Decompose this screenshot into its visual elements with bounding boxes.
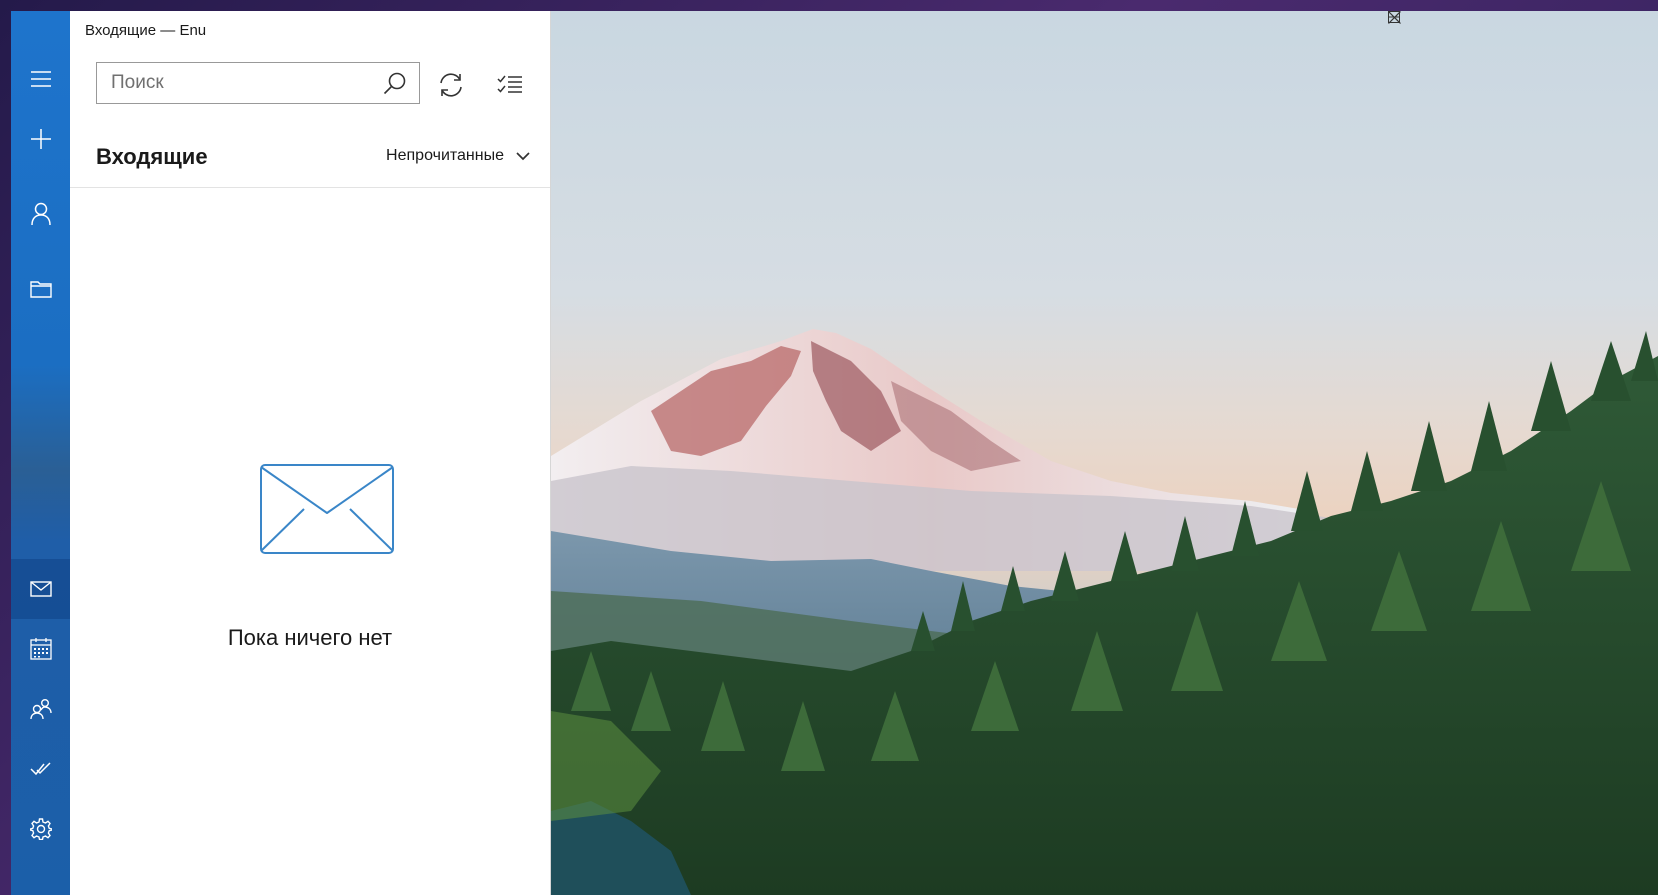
mail-icon: [29, 581, 52, 597]
filter-label: Непрочитанные: [386, 147, 504, 164]
message-list-pane: Входящие — Enu Входящие Непрочитанные По…: [70, 11, 551, 895]
mail-window: Входящие — Enu Входящие Непрочитанные По…: [11, 11, 1658, 895]
new-mail-button[interactable]: [11, 109, 70, 169]
hamburger-icon: [30, 71, 51, 87]
envelope-icon: [260, 464, 394, 554]
sync-button[interactable]: [433, 67, 469, 103]
select-mode-icon: [497, 75, 522, 93]
search-input[interactable]: [97, 63, 377, 103]
check-icon: [29, 762, 51, 776]
close-icon: [1388, 11, 1401, 24]
close-button[interactable]: [1388, 11, 1562, 51]
maximize-button[interactable]: [1388, 11, 1504, 51]
chevron-down-icon: [516, 151, 530, 160]
gear-icon: [29, 818, 52, 840]
filter-dropdown[interactable]: Непрочитанные: [386, 147, 530, 165]
person-icon: [30, 202, 51, 226]
empty-state-message: Пока ничего нет: [227, 625, 393, 650]
reading-pane: [551, 11, 1658, 895]
people-icon: [29, 699, 52, 720]
hamburger-menu-button[interactable]: [11, 49, 70, 109]
plus-icon: [30, 129, 51, 149]
folder-icon: [29, 281, 52, 298]
folder-title: Входящие: [96, 144, 208, 169]
selection-mode-button[interactable]: [492, 67, 528, 103]
header-divider: [70, 187, 550, 188]
calendar-button[interactable]: [11, 619, 70, 679]
search-box[interactable]: [96, 62, 420, 104]
folders-button[interactable]: [11, 259, 70, 319]
window-title: Входящие — Enu: [85, 22, 207, 39]
people-button[interactable]: [11, 679, 70, 739]
sync-icon: [440, 73, 462, 97]
search-icon: [383, 72, 406, 95]
navigation-rail: [11, 11, 70, 895]
search-button[interactable]: [383, 71, 407, 100]
calendar-icon: [29, 638, 52, 660]
empty-state-illustration: [259, 463, 395, 560]
mail-button[interactable]: [11, 559, 70, 619]
landscape-background: [551, 11, 1658, 895]
accounts-button[interactable]: [11, 184, 70, 244]
caption-buttons: [1388, 11, 1562, 51]
todo-button[interactable]: [11, 739, 70, 799]
settings-button[interactable]: [11, 799, 70, 859]
